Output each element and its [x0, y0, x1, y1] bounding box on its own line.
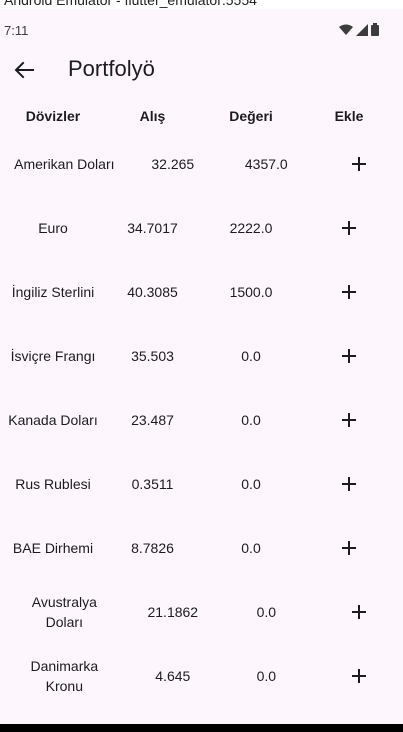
- status-time: 7:11: [4, 23, 29, 38]
- add-button[interactable]: [329, 464, 369, 504]
- table-row: Avustralya Doları 21.1862 0.0: [0, 580, 403, 644]
- add-button[interactable]: [339, 144, 379, 184]
- column-header-currencies: Dövizler: [25, 108, 81, 124]
- app-bar: Portfolyö: [0, 44, 403, 96]
- add-button[interactable]: [329, 208, 369, 248]
- add-cell: [316, 144, 403, 184]
- table-row: İngiliz Sterlini 40.3085 1500.0: [0, 260, 403, 324]
- holding-value: 0.0: [256, 604, 277, 620]
- buy-rate: 34.7017: [127, 220, 178, 236]
- buy-rate: 32.265: [151, 156, 195, 172]
- emulator-window-title: Android Emulator - flutter_emulator:5554: [0, 0, 403, 9]
- wifi-icon: [339, 24, 353, 35]
- table-row: Rus Rublesi 0.3511 0.0: [0, 452, 403, 516]
- add-cell: [303, 400, 395, 440]
- add-cell: [303, 208, 395, 248]
- holding-value: 0.0: [256, 668, 277, 684]
- plus-icon: [352, 605, 367, 619]
- currency-name: Danimarka Kronu: [30, 658, 99, 694]
- add-button[interactable]: [329, 400, 369, 440]
- currency-name: Amerikan Doları: [14, 156, 115, 172]
- portfolio-table: Dövizler Alış Değeri Ekle Amerikan Dolar…: [0, 100, 403, 708]
- table-header: Dövizler Alış Değeri Ekle: [0, 100, 403, 132]
- table-row: Kanada Doları 23.487 0.0: [0, 388, 403, 452]
- add-cell: [316, 592, 403, 632]
- buy-rate: 23.487: [131, 412, 174, 428]
- table-row: İsviçre Frangı 35.503 0.0: [0, 324, 403, 388]
- add-button[interactable]: [339, 656, 379, 696]
- table-row: BAE Dirhemi 8.7826 0.0: [0, 516, 403, 580]
- holding-value: 0.0: [241, 412, 261, 428]
- column-header-add: Ekle: [334, 108, 364, 124]
- add-cell: [316, 656, 403, 696]
- holding-value: 1500.0: [229, 284, 273, 300]
- plus-icon: [342, 221, 356, 235]
- add-button[interactable]: [339, 592, 379, 632]
- add-cell: [303, 464, 395, 504]
- buy-rate: 40.3085: [127, 284, 178, 300]
- column-header-value: Değeri: [229, 108, 273, 124]
- holding-value: 0.0: [241, 348, 261, 364]
- buy-rate: 8.7826: [131, 540, 174, 556]
- table-body: Amerikan Doları 32.265 4357.0 Euro 34.7017 22…: [0, 132, 403, 708]
- back-button[interactable]: [4, 46, 44, 94]
- currency-name: BAE Dirhemi: [12, 540, 94, 556]
- plus-icon: [342, 285, 356, 299]
- plus-icon: [342, 477, 356, 491]
- table-row: Amerikan Doları 32.265 4357.0: [0, 132, 403, 196]
- holding-value: 2222.0: [229, 220, 273, 236]
- add-cell: [303, 528, 395, 568]
- arrow-left-icon: [14, 61, 34, 79]
- navigation-bar: [0, 724, 403, 732]
- buy-rate: 35.503: [131, 348, 174, 364]
- currency-name: Avustralya Doları: [31, 594, 97, 630]
- currency-name: İngiliz Sterlini: [11, 284, 95, 300]
- table-row: Euro 34.7017 2222.0: [0, 196, 403, 260]
- currency-name: Rus Rublesi: [15, 476, 91, 492]
- currency-name: Euro: [38, 220, 68, 236]
- holding-value: 0.0: [241, 476, 261, 492]
- add-cell: [303, 272, 395, 312]
- plus-icon: [352, 669, 367, 683]
- battery-icon: [371, 23, 379, 36]
- plus-icon: [352, 157, 367, 171]
- currency-name: İsviçre Frangı: [10, 348, 96, 364]
- holding-value: 0.0: [241, 540, 261, 556]
- buy-rate: 21.1862: [147, 604, 199, 620]
- cell-signal-icon: [356, 23, 368, 36]
- buy-rate: 0.3511: [131, 476, 174, 492]
- add-cell: [303, 336, 395, 376]
- holding-value: 4357.0: [244, 156, 288, 172]
- plus-icon: [342, 413, 356, 427]
- currency-name: Kanada Doları: [8, 412, 98, 428]
- status-icons: [339, 23, 379, 36]
- add-button[interactable]: [329, 272, 369, 312]
- buy-rate: 4.645: [155, 668, 191, 684]
- page-title: Portfolyö: [68, 56, 155, 81]
- table-row: Danimarka Kronu 4.645 0.0: [0, 644, 403, 708]
- plus-icon: [342, 541, 356, 555]
- plus-icon: [342, 349, 356, 363]
- add-button[interactable]: [329, 528, 369, 568]
- column-header-buy: Alış: [139, 108, 166, 124]
- add-button[interactable]: [329, 336, 369, 376]
